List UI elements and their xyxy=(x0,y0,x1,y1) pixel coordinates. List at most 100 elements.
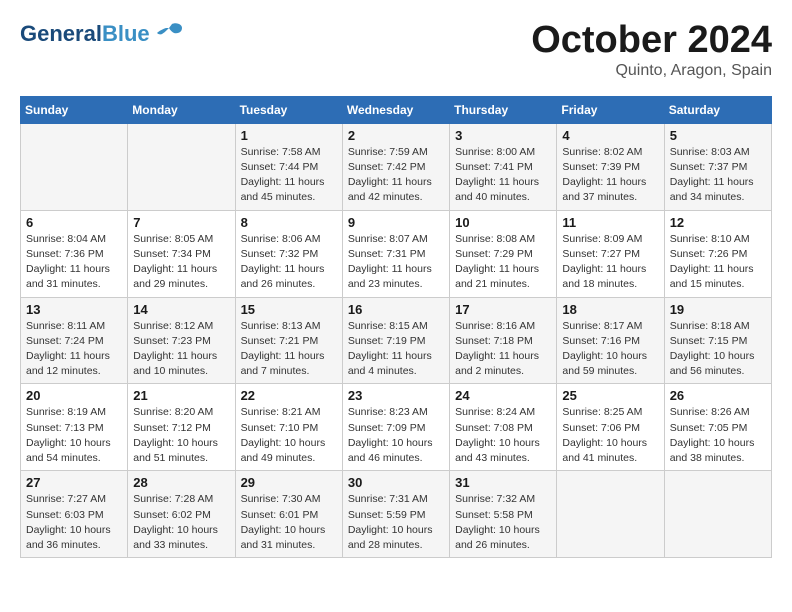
day-number: 14 xyxy=(133,302,229,317)
day-info: Sunrise: 7:59 AMSunset: 7:42 PMDaylight:… xyxy=(348,145,444,206)
day-info: Sunrise: 8:07 AMSunset: 7:31 PMDaylight:… xyxy=(348,232,444,293)
day-info: Sunrise: 8:09 AMSunset: 7:27 PMDaylight:… xyxy=(562,232,658,293)
day-info: Sunrise: 8:03 AMSunset: 7:37 PMDaylight:… xyxy=(670,145,766,206)
day-number: 10 xyxy=(455,215,551,230)
calendar-cell: 27 Sunrise: 7:27 AMSunset: 6:03 PMDayligh… xyxy=(21,471,128,558)
calendar-cell: 14 Sunrise: 8:12 AMSunset: 7:23 PMDayligh… xyxy=(128,297,235,384)
calendar-cell: 6Sunrise: 8:04 AMSunset: 7:36 PMDaylight… xyxy=(21,210,128,297)
calendar-cell: 31 Sunrise: 7:32 AMSunset: 5:58 PMDayligh… xyxy=(450,471,557,558)
day-number: 19 xyxy=(670,302,766,317)
day-number: 2 xyxy=(348,128,444,143)
calendar-cell xyxy=(21,123,128,210)
column-header-wednesday: Wednesday xyxy=(342,96,449,123)
day-number: 7 xyxy=(133,215,229,230)
day-info: Sunrise: 8:10 AMSunset: 7:26 PMDaylight:… xyxy=(670,232,766,293)
title-block: October 2024 Quinto, Aragon, Spain xyxy=(531,20,772,80)
column-header-sunday: Sunday xyxy=(21,96,128,123)
day-info: Sunrise: 8:15 AMSunset: 7:19 PMDaylight:… xyxy=(348,319,444,380)
day-info: Sunrise: 8:26 AMSunset: 7:05 PMDaylight:… xyxy=(670,405,766,466)
day-info: Sunrise: 8:11 AMSunset: 7:24 PMDaylight:… xyxy=(26,319,122,380)
day-info: Sunrise: 8:24 AMSunset: 7:08 PMDaylight:… xyxy=(455,405,551,466)
calendar-cell: 5 Sunrise: 8:03 AMSunset: 7:37 PMDaylight… xyxy=(664,123,771,210)
calendar-cell: 21Sunrise: 8:20 AMSunset: 7:12 PMDayligh… xyxy=(128,384,235,471)
calendar-cell xyxy=(557,471,664,558)
day-info: Sunrise: 8:00 AMSunset: 7:41 PMDaylight:… xyxy=(455,145,551,206)
day-number: 22 xyxy=(241,388,337,403)
day-info: Sunrise: 8:06 AMSunset: 7:32 PMDaylight:… xyxy=(241,232,337,293)
day-info: Sunrise: 8:04 AMSunset: 7:36 PMDaylight:… xyxy=(26,232,122,293)
calendar-cell: 17 Sunrise: 8:16 AMSunset: 7:18 PMDayligh… xyxy=(450,297,557,384)
day-number: 30 xyxy=(348,475,444,490)
day-number: 5 xyxy=(670,128,766,143)
column-header-monday: Monday xyxy=(128,96,235,123)
day-number: 13 xyxy=(26,302,122,317)
calendar-cell: 1 Sunrise: 7:58 AMSunset: 7:44 PMDaylight… xyxy=(235,123,342,210)
day-info: Sunrise: 8:08 AMSunset: 7:29 PMDaylight:… xyxy=(455,232,551,293)
day-number: 12 xyxy=(670,215,766,230)
day-info: Sunrise: 7:30 AMSunset: 6:01 PMDaylight:… xyxy=(241,492,337,553)
day-number: 1 xyxy=(241,128,337,143)
calendar-cell: 8 Sunrise: 8:06 AMSunset: 7:32 PMDaylight… xyxy=(235,210,342,297)
column-header-saturday: Saturday xyxy=(664,96,771,123)
calendar-week-row: 6Sunrise: 8:04 AMSunset: 7:36 PMDaylight… xyxy=(21,210,772,297)
day-info: Sunrise: 8:19 AMSunset: 7:13 PMDaylight:… xyxy=(26,405,122,466)
day-info: Sunrise: 8:25 AMSunset: 7:06 PMDaylight:… xyxy=(562,405,658,466)
day-number: 23 xyxy=(348,388,444,403)
column-header-tuesday: Tuesday xyxy=(235,96,342,123)
day-number: 9 xyxy=(348,215,444,230)
day-info: Sunrise: 8:12 AMSunset: 7:23 PMDaylight:… xyxy=(133,319,229,380)
calendar-week-row: 13 Sunrise: 8:11 AMSunset: 7:24 PMDayligh… xyxy=(21,297,772,384)
logo-general: General xyxy=(20,21,102,46)
calendar-cell: 23 Sunrise: 8:23 AMSunset: 7:09 PMDayligh… xyxy=(342,384,449,471)
calendar-cell: 2 Sunrise: 7:59 AMSunset: 7:42 PMDaylight… xyxy=(342,123,449,210)
calendar-cell: 3 Sunrise: 8:00 AMSunset: 7:41 PMDaylight… xyxy=(450,123,557,210)
day-info: Sunrise: 8:18 AMSunset: 7:15 PMDaylight:… xyxy=(670,319,766,380)
column-header-friday: Friday xyxy=(557,96,664,123)
day-info: Sunrise: 8:13 AMSunset: 7:21 PMDaylight:… xyxy=(241,319,337,380)
day-info: Sunrise: 7:32 AMSunset: 5:58 PMDaylight:… xyxy=(455,492,551,553)
day-info: Sunrise: 7:27 AMSunset: 6:03 PMDaylight:… xyxy=(26,492,122,553)
calendar-table: SundayMondayTuesdayWednesdayThursdayFrid… xyxy=(20,96,772,558)
day-number: 27 xyxy=(26,475,122,490)
day-number: 8 xyxy=(241,215,337,230)
page-header: GeneralBlue October 2024 Quinto, Aragon,… xyxy=(20,20,772,80)
day-number: 21 xyxy=(133,388,229,403)
day-info: Sunrise: 8:16 AMSunset: 7:18 PMDaylight:… xyxy=(455,319,551,380)
day-number: 26 xyxy=(670,388,766,403)
day-number: 4 xyxy=(562,128,658,143)
calendar-cell: 30 Sunrise: 7:31 AMSunset: 5:59 PMDayligh… xyxy=(342,471,449,558)
day-info: Sunrise: 7:28 AMSunset: 6:02 PMDaylight:… xyxy=(133,492,229,553)
calendar-week-row: 1 Sunrise: 7:58 AMSunset: 7:44 PMDaylight… xyxy=(21,123,772,210)
day-number: 20 xyxy=(26,388,122,403)
calendar-cell: 15 Sunrise: 8:13 AMSunset: 7:21 PMDayligh… xyxy=(235,297,342,384)
day-number: 31 xyxy=(455,475,551,490)
day-number: 28 xyxy=(133,475,229,490)
day-info: Sunrise: 7:31 AMSunset: 5:59 PMDaylight:… xyxy=(348,492,444,553)
logo-bird-icon xyxy=(154,20,184,48)
day-info: Sunrise: 8:21 AMSunset: 7:10 PMDaylight:… xyxy=(241,405,337,466)
month-title: October 2024 xyxy=(531,20,772,62)
day-number: 15 xyxy=(241,302,337,317)
calendar-cell: 13 Sunrise: 8:11 AMSunset: 7:24 PMDayligh… xyxy=(21,297,128,384)
calendar-cell: 28 Sunrise: 7:28 AMSunset: 6:02 PMDayligh… xyxy=(128,471,235,558)
calendar-header-row: SundayMondayTuesdayWednesdayThursdayFrid… xyxy=(21,96,772,123)
day-info: Sunrise: 8:17 AMSunset: 7:16 PMDaylight:… xyxy=(562,319,658,380)
day-info: Sunrise: 7:58 AMSunset: 7:44 PMDaylight:… xyxy=(241,145,337,206)
calendar-cell: 20 Sunrise: 8:19 AMSunset: 7:13 PMDayligh… xyxy=(21,384,128,471)
day-info: Sunrise: 8:23 AMSunset: 7:09 PMDaylight:… xyxy=(348,405,444,466)
calendar-cell: 11Sunrise: 8:09 AMSunset: 7:27 PMDayligh… xyxy=(557,210,664,297)
calendar-cell: 16Sunrise: 8:15 AMSunset: 7:19 PMDayligh… xyxy=(342,297,449,384)
day-number: 18 xyxy=(562,302,658,317)
day-number: 3 xyxy=(455,128,551,143)
calendar-cell: 18 Sunrise: 8:17 AMSunset: 7:16 PMDayligh… xyxy=(557,297,664,384)
calendar-week-row: 20 Sunrise: 8:19 AMSunset: 7:13 PMDayligh… xyxy=(21,384,772,471)
day-number: 24 xyxy=(455,388,551,403)
day-info: Sunrise: 8:05 AMSunset: 7:34 PMDaylight:… xyxy=(133,232,229,293)
day-number: 17 xyxy=(455,302,551,317)
calendar-cell: 10 Sunrise: 8:08 AMSunset: 7:29 PMDayligh… xyxy=(450,210,557,297)
calendar-cell: 29Sunrise: 7:30 AMSunset: 6:01 PMDayligh… xyxy=(235,471,342,558)
calendar-week-row: 27 Sunrise: 7:27 AMSunset: 6:03 PMDayligh… xyxy=(21,471,772,558)
calendar-cell: 12 Sunrise: 8:10 AMSunset: 7:26 PMDayligh… xyxy=(664,210,771,297)
calendar-cell: 7 Sunrise: 8:05 AMSunset: 7:34 PMDaylight… xyxy=(128,210,235,297)
calendar-cell xyxy=(128,123,235,210)
